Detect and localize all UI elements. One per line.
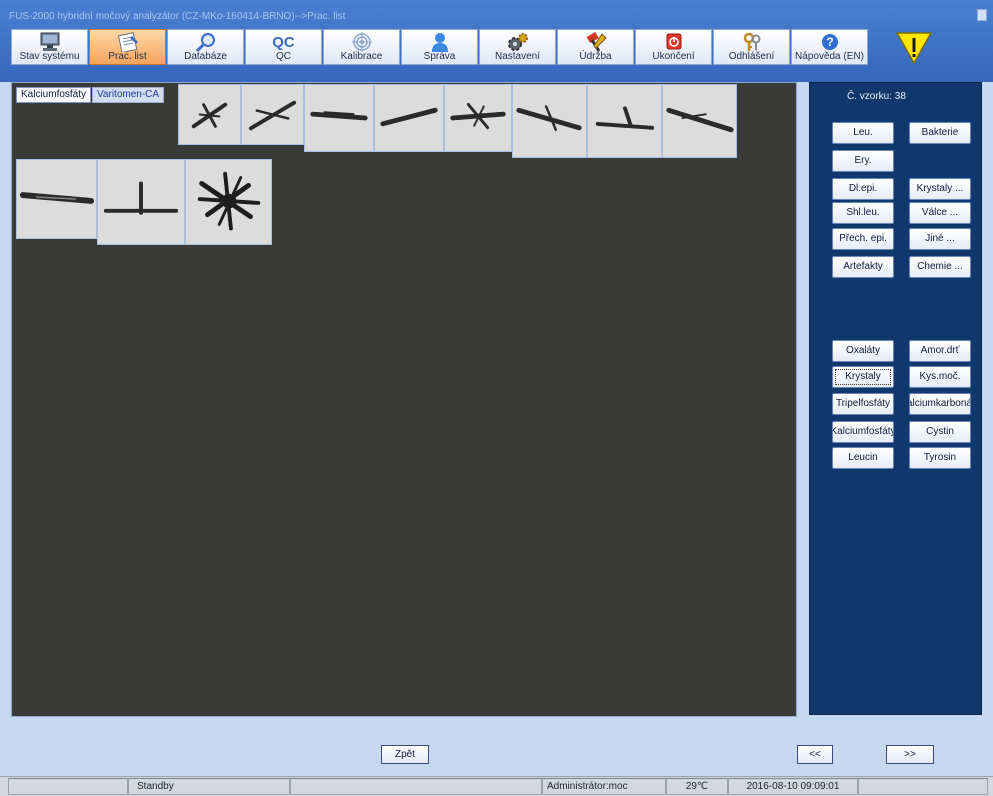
toolbar-label: Nápověda (EN): [795, 51, 864, 62]
toolbar-label: Stav systému: [19, 51, 80, 62]
toolbar-label: Kalibrace: [340, 51, 383, 62]
ery-button[interactable]: Ery.: [832, 150, 894, 172]
toolbar-label: Ukončení: [652, 51, 695, 62]
kalciumkarbonaty-button[interactable]: Kalciumkarbonáty: [909, 393, 971, 415]
tab-varitomen[interactable]: Varitomen-CA: [92, 87, 165, 103]
toolbar-ukonceni-button[interactable]: Ukončení: [635, 29, 712, 65]
crystal-thumbnail[interactable]: [241, 84, 304, 145]
chemie-more-button[interactable]: Chemie ...: [909, 256, 971, 278]
qc-icon: QC: [272, 33, 295, 51]
crystal-thumbnail[interactable]: [97, 159, 185, 245]
main-toolbar: Stav systému Prac. list Databáze QC QC K…: [11, 29, 868, 65]
status-user: Administrátor:moc: [542, 778, 666, 795]
tools-icon: [584, 32, 608, 52]
svg-text:?: ?: [826, 35, 833, 49]
monitor-icon: [38, 32, 62, 52]
toolbar-kalibrace-button[interactable]: Kalibrace: [323, 29, 400, 65]
amor-drt-button[interactable]: Amor.drť: [909, 340, 971, 362]
target-icon: [350, 32, 374, 52]
tripelfosfaty-button[interactable]: Tripelfosfáty: [832, 393, 894, 415]
toolbar-databaze-button[interactable]: Databáze: [167, 29, 244, 65]
toolbar-sprava-button[interactable]: Správa: [401, 29, 478, 65]
status-segment-empty: [290, 778, 542, 795]
power-icon: [662, 32, 686, 52]
status-segment-empty: [858, 778, 988, 795]
gears-icon: [506, 32, 530, 52]
status-segment-empty: [8, 778, 128, 795]
crystal-thumbnail[interactable]: [512, 84, 587, 158]
jine-more-button[interactable]: Jiné ...: [909, 228, 971, 250]
status-temperature: 29℃: [666, 778, 728, 795]
crystal-thumbnail[interactable]: [587, 84, 662, 158]
help-icon: ?: [818, 32, 842, 52]
toolbar-label: Správa: [423, 51, 456, 62]
prech-epi-button[interactable]: Přech. epi.: [832, 228, 894, 250]
toolbar-qc-button[interactable]: QC QC: [245, 29, 322, 65]
toolbar-label: Odhlášení: [728, 51, 775, 62]
keys-icon: [740, 32, 764, 52]
crystal-thumbnail[interactable]: [662, 84, 737, 158]
valce-more-button[interactable]: Válce ...: [909, 202, 971, 224]
artefakty-button[interactable]: Artefakty: [832, 256, 894, 278]
oxalaty-button[interactable]: Oxaláty: [832, 340, 894, 362]
kys-moc-button[interactable]: Kys.moč.: [909, 366, 971, 388]
crystal-thumbnail[interactable]: [16, 159, 97, 239]
particle-image-area: Kalciumfosfáty Varitomen-CA: [11, 82, 797, 717]
toolbar-udrzba-button[interactable]: Údržba: [557, 29, 634, 65]
classification-panel: Č. vzorku: 38 Leu. Bakterie Ery. Dl.epi.…: [809, 82, 982, 715]
warning-icon[interactable]: [895, 31, 933, 65]
cystin-button[interactable]: Cystin: [909, 421, 971, 443]
bakterie-button[interactable]: Bakterie: [909, 122, 971, 144]
worksheet-icon: [116, 32, 140, 52]
sample-number: Č. vzorku: 38: [847, 91, 906, 102]
toolbar-prac-list-button[interactable]: Prac. list: [89, 29, 166, 65]
crystal-thumbnail[interactable]: [374, 84, 444, 152]
status-datetime: 2016-08-10 09:09:01: [728, 778, 858, 795]
crystal-thumbnail[interactable]: [304, 84, 374, 152]
crystal-thumbnail[interactable]: [185, 159, 272, 245]
leu-button[interactable]: Leu.: [832, 122, 894, 144]
toolbar-napoveda-button[interactable]: ? Nápověda (EN): [791, 29, 868, 65]
window-title: FUS-2000 hybridní močový analyzátor (CZ-…: [9, 11, 346, 22]
back-button[interactable]: Zpět: [381, 745, 429, 764]
next-page-button[interactable]: >>: [886, 745, 934, 764]
status-state: Standby: [128, 778, 290, 795]
tyrosin-button[interactable]: Tyrosin: [909, 447, 971, 469]
user-icon: [428, 32, 452, 52]
toolbar-label: Údržba: [579, 51, 612, 62]
toolbar-label: Nastavení: [494, 51, 541, 62]
toolbar-odhlaseni-button[interactable]: Odhlášení: [713, 29, 790, 65]
leucin-button[interactable]: Leucin: [832, 447, 894, 469]
toolbar-label: Prac. list: [108, 51, 147, 62]
toolbar-stav-systemu-button[interactable]: Stav systému: [11, 29, 88, 65]
magnifier-icon: [194, 32, 218, 52]
dl-epi-button[interactable]: Dl.epi.: [832, 178, 894, 200]
tab-kalciumfosfaty[interactable]: Kalciumfosfáty: [16, 87, 92, 103]
crystal-thumbnail[interactable]: [444, 84, 512, 152]
kalciumfosfaty-button[interactable]: Kalciumfosfáty: [832, 421, 894, 443]
krystaly-more-button[interactable]: Krystaly ...: [909, 178, 971, 200]
toolbar-label: Databáze: [184, 51, 227, 62]
minimize-icon[interactable]: [977, 9, 987, 21]
previous-page-button[interactable]: <<: [797, 745, 833, 764]
crystal-thumbnail[interactable]: [178, 84, 241, 145]
toolbar-nastaveni-button[interactable]: Nastavení: [479, 29, 556, 65]
krystaly-button[interactable]: Krystaly: [832, 366, 894, 388]
toolbar-label: QC: [276, 51, 291, 62]
status-bar: Standby Administrátor:moc 29℃ 2016-08-10…: [0, 776, 993, 796]
shl-leu-button[interactable]: Shl.leu.: [832, 202, 894, 224]
